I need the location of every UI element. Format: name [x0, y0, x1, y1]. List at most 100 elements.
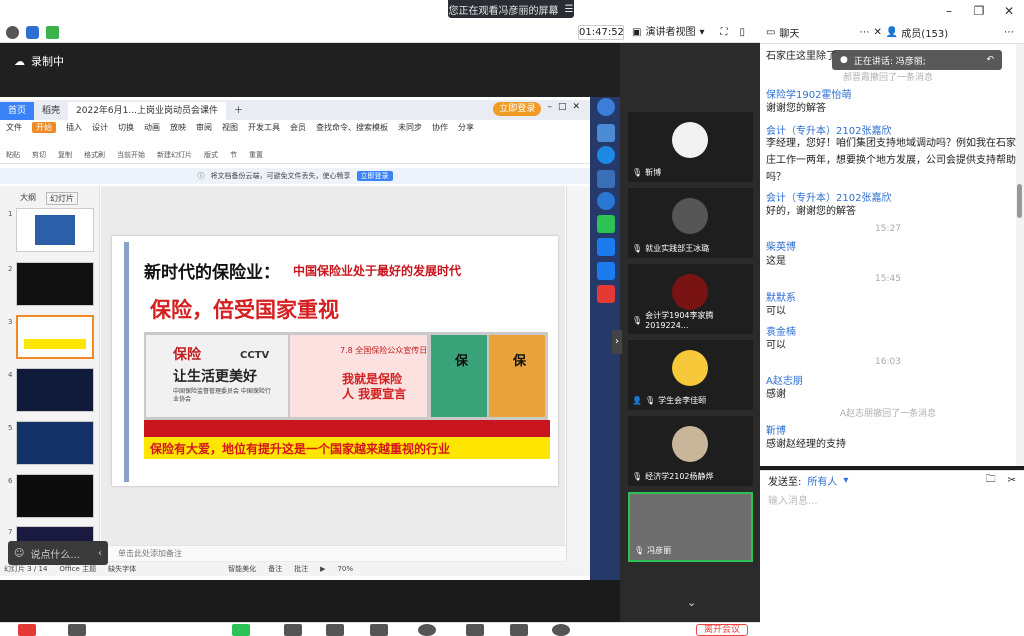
close-icon[interactable]: ✕ [572, 102, 580, 116]
edge-icon[interactable] [597, 146, 615, 164]
send-to-select[interactable]: 所有人 [807, 473, 837, 488]
command-search[interactable]: 查找命令、搜索模板 [316, 122, 388, 133]
close-icon[interactable]: ✕ [994, 0, 1024, 22]
menu-file[interactable]: 文件 [6, 122, 22, 133]
start-icon[interactable] [597, 98, 615, 116]
play-current-button[interactable]: 当前开始 [117, 150, 145, 160]
paste-button[interactable]: 粘贴 [6, 150, 20, 160]
video-tile[interactable]: 🎙 靳博 [628, 112, 753, 182]
tab-chat[interactable]: 聊天 [779, 25, 799, 40]
invite-icon[interactable] [284, 624, 302, 636]
wechat-icon[interactable] [597, 215, 615, 233]
minimize-icon[interactable]: – [547, 102, 552, 116]
video-tile[interactable]: 🎙 会计学1904李家腾2019224... [628, 264, 753, 334]
reset-button[interactable]: 重置 [249, 150, 263, 160]
signal-icon[interactable] [46, 26, 59, 39]
notes-field[interactable]: 单击此处添加备注 [100, 545, 566, 561]
login-button[interactable]: 立即登录 [493, 102, 542, 116]
notes-toggle[interactable]: 备注 [268, 564, 282, 574]
copy-button[interactable]: 复制 [58, 150, 72, 160]
meeting-icon[interactable] [597, 238, 615, 256]
wps-side-tools[interactable] [566, 186, 590, 562]
new-tab-icon[interactable]: ＋ [226, 102, 251, 120]
undo-icon[interactable]: ↶ [986, 55, 994, 65]
slide-thumbnail[interactable] [16, 421, 94, 465]
section-button[interactable]: 节 [230, 150, 237, 160]
tab-members[interactable]: 成员(153) [901, 25, 948, 40]
menu-slideshow[interactable]: 放映 [170, 122, 186, 133]
layout-button[interactable]: 版式 [204, 150, 218, 160]
sync-status[interactable]: 未同步 [398, 122, 422, 133]
banner-login-button[interactable]: 立即登录 [356, 171, 393, 181]
screenshot-icon[interactable]: ✂ [1008, 475, 1016, 486]
settings-icon[interactable] [552, 624, 570, 636]
computer-icon[interactable] [597, 124, 615, 142]
k-icon[interactable] [597, 192, 615, 210]
slide-thumbnail[interactable] [16, 262, 94, 306]
members-icon[interactable] [326, 624, 344, 636]
shield-icon[interactable] [26, 26, 39, 39]
app-icon[interactable] [597, 170, 615, 188]
mute-icon[interactable] [18, 624, 36, 636]
tab-document[interactable]: 2022年6月1...上岗业岗动员会课件 [68, 102, 226, 120]
layout-icon[interactable]: ▯ [739, 25, 745, 40]
missing-fonts[interactable]: 缺失字体 [108, 564, 136, 574]
share-button[interactable]: 分享 [458, 122, 474, 133]
record-icon[interactable] [418, 624, 436, 636]
video-tile[interactable]: 🎙 经济学2102杨静烨 [628, 416, 753, 486]
presenter-view-button[interactable]: ▣ 演讲者视图 ▾ ⛶ ▯ [632, 25, 745, 40]
chat-icon[interactable] [370, 624, 388, 636]
video-tile[interactable]: 👤 🎙 学生会李佳颐 [628, 340, 753, 410]
apps-icon[interactable] [510, 624, 528, 636]
wps-icon[interactable] [597, 285, 615, 303]
share-screen-icon[interactable] [232, 624, 250, 636]
say-something-input[interactable]: ☺ 说点什么... ‹ [8, 541, 108, 565]
slide-thumbnail[interactable] [16, 474, 94, 518]
collapse-icon[interactable]: ‹ [98, 548, 108, 559]
chevron-down-icon[interactable]: ⌄ [687, 596, 696, 609]
menu-design[interactable]: 设计 [92, 122, 108, 133]
chat-input[interactable]: 输入消息... [760, 490, 1024, 636]
video-off-icon[interactable] [68, 624, 86, 636]
collab-button[interactable]: 协作 [432, 122, 448, 133]
hand-icon[interactable] [466, 624, 484, 636]
video-tile[interactable]: 🎙 就业实践部王冰璐 [628, 188, 753, 258]
menu-transition[interactable]: 切换 [118, 122, 134, 133]
menu-insert[interactable]: 插入 [66, 122, 82, 133]
slide-thumbnail[interactable] [16, 208, 94, 252]
new-slide-button[interactable]: 新建幻灯片 [157, 150, 192, 160]
menu-review[interactable]: 审阅 [196, 122, 212, 133]
restore-icon[interactable]: ❐ [964, 0, 994, 22]
tab-home[interactable]: 首页 [0, 102, 35, 120]
leave-meeting-button[interactable]: 离开会议 [696, 624, 748, 636]
menu-icon[interactable]: ☰ [565, 4, 574, 15]
more-icon[interactable]: ⋯ [859, 27, 869, 38]
slide-thumbnail-selected[interactable] [16, 315, 94, 359]
tab-slides[interactable]: 幻灯片 [46, 192, 78, 205]
info-icon[interactable] [6, 26, 19, 39]
cut-button[interactable]: 剪切 [32, 150, 46, 160]
tab-docer[interactable]: 稻壳 [34, 102, 68, 120]
expand-gallery-icon[interactable]: › [612, 330, 622, 354]
format-painter-button[interactable]: 格式刷 [84, 150, 105, 160]
menu-animation[interactable]: 动画 [144, 122, 160, 133]
menu-developer[interactable]: 开发工具 [248, 122, 280, 133]
menu-view[interactable]: 视图 [222, 122, 238, 133]
chat-scrollbar[interactable] [1016, 44, 1024, 466]
play-icon[interactable]: ▶ [320, 565, 325, 573]
minimize-icon[interactable]: – [934, 0, 964, 22]
zoom-level[interactable]: 70% [337, 565, 353, 573]
slide-thumbnail[interactable] [16, 368, 94, 412]
smart-beautify[interactable]: 智能美化 [228, 564, 256, 574]
restore-icon[interactable]: □ [558, 102, 567, 116]
comments-toggle[interactable]: 批注 [294, 564, 308, 574]
fullscreen-icon[interactable]: ⛶ [720, 25, 727, 40]
meeting-icon-2[interactable] [597, 262, 615, 280]
folder-icon[interactable]: 🗀 [986, 472, 996, 489]
chat-scroll-thumb[interactable] [1017, 184, 1022, 218]
tab-outline[interactable]: 大纲 [20, 192, 36, 205]
menu-member[interactable]: 会员 [290, 122, 306, 133]
more-icon[interactable]: ⋯ [1004, 27, 1014, 38]
video-tile-active[interactable]: 🎙 冯彦丽 [628, 492, 753, 562]
viewing-notice[interactable]: 您正在观看冯彦丽的屏幕 ☰ [448, 0, 574, 18]
